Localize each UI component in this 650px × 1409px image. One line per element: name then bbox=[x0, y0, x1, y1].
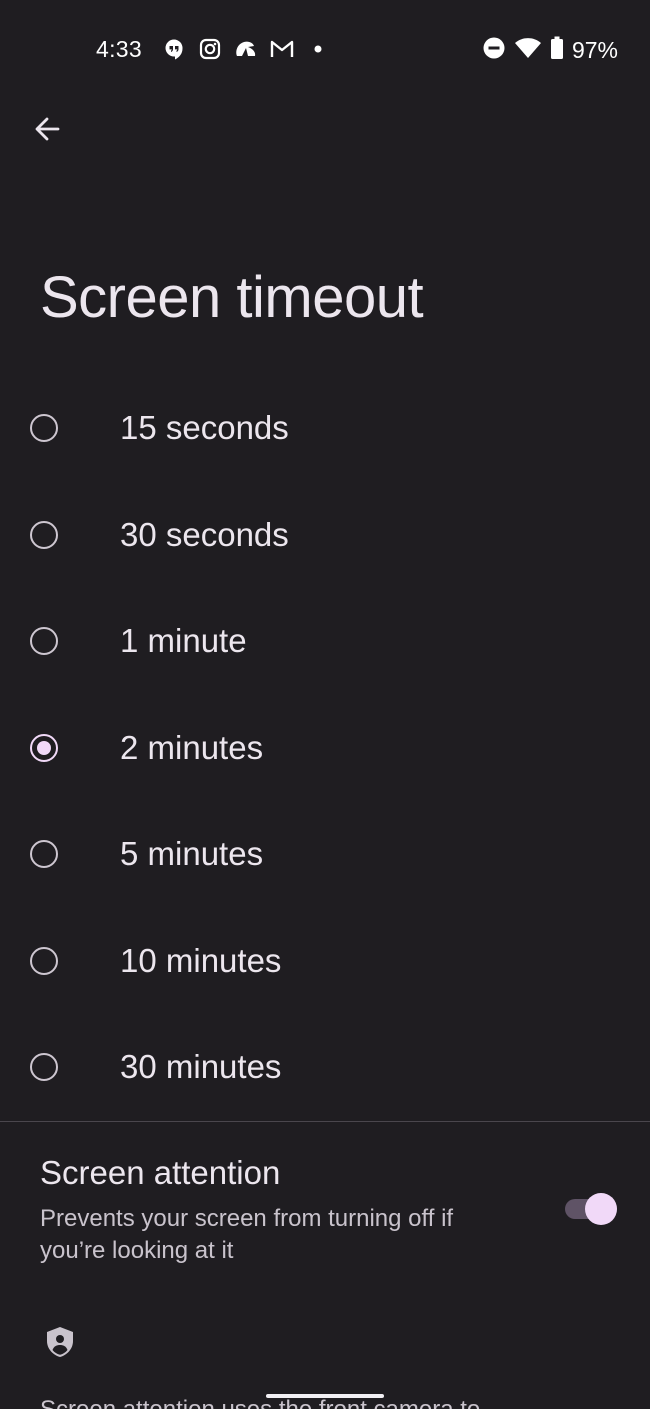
back-button[interactable] bbox=[22, 104, 72, 154]
status-bar: 4:33 97% bbox=[0, 0, 650, 100]
timeout-option-label: 30 minutes bbox=[120, 1048, 282, 1086]
timeout-option-row[interactable]: 10 minutes bbox=[0, 908, 650, 1015]
notification-icons bbox=[162, 37, 330, 61]
cloud-icon bbox=[234, 37, 258, 61]
radio-button-unchecked[interactable] bbox=[30, 414, 58, 443]
radio-button-checked[interactable] bbox=[30, 733, 58, 762]
divider bbox=[0, 1121, 650, 1122]
radio-button-unchecked[interactable] bbox=[30, 520, 58, 549]
timeout-option-label: 5 minutes bbox=[120, 835, 264, 873]
timeout-option-row[interactable]: 5 minutes bbox=[0, 801, 650, 908]
wifi-icon bbox=[514, 36, 542, 65]
timeout-options-list: 15 seconds 30 seconds 1 minute 2 minutes 5 m… bbox=[0, 375, 650, 1121]
instagram-icon bbox=[198, 37, 222, 61]
radio-button-unchecked[interactable] bbox=[30, 946, 58, 975]
timeout-option-label: 10 minutes bbox=[120, 941, 282, 979]
timeout-option-row[interactable]: 15 seconds bbox=[0, 375, 650, 482]
timeout-option-row[interactable]: 30 seconds bbox=[0, 482, 650, 589]
timeout-option-label: 15 seconds bbox=[120, 409, 289, 447]
status-time: 4:33 bbox=[96, 36, 142, 62]
timeout-option-row[interactable]: 30 minutes bbox=[0, 1014, 650, 1121]
radio-button-unchecked[interactable] bbox=[30, 840, 58, 869]
timeout-option-row[interactable]: 2 minutes bbox=[0, 695, 650, 802]
timeout-option-row[interactable]: 1 minute bbox=[0, 588, 650, 695]
page-title: Screen timeout bbox=[40, 265, 424, 330]
navigation-handle[interactable] bbox=[266, 1394, 384, 1398]
radio-button-unchecked[interactable] bbox=[30, 1053, 58, 1082]
more-dot-icon bbox=[306, 37, 330, 61]
battery-icon bbox=[550, 36, 564, 65]
toggle-thumb bbox=[585, 1193, 617, 1225]
hangouts-icon bbox=[162, 37, 186, 61]
timeout-option-label: 30 seconds bbox=[120, 515, 289, 553]
back-arrow-icon bbox=[35, 117, 60, 141]
system-status: 97% bbox=[482, 36, 618, 65]
do-not-disturb-icon bbox=[482, 36, 506, 65]
gmail-icon bbox=[270, 37, 294, 61]
radio-button-unchecked[interactable] bbox=[30, 627, 58, 656]
battery-percentage: 97% bbox=[571, 37, 618, 63]
timeout-option-label: 1 minute bbox=[120, 622, 247, 660]
screen-attention-footer-text: Screen attention uses the front camera t… bbox=[40, 1396, 480, 1409]
privacy-shield-icon bbox=[44, 1325, 76, 1359]
screen-timeout-screen: 4:33 97% Screen timeout 15 seconds 30 se… bbox=[0, 0, 650, 1409]
screen-attention-summary: Prevents your screen from turning off if… bbox=[40, 1205, 454, 1264]
screen-attention-title: Screen attention bbox=[40, 1154, 281, 1191]
screen-attention-toggle[interactable] bbox=[565, 1193, 617, 1225]
timeout-option-label: 2 minutes bbox=[120, 728, 264, 766]
radio-dot bbox=[37, 740, 51, 755]
